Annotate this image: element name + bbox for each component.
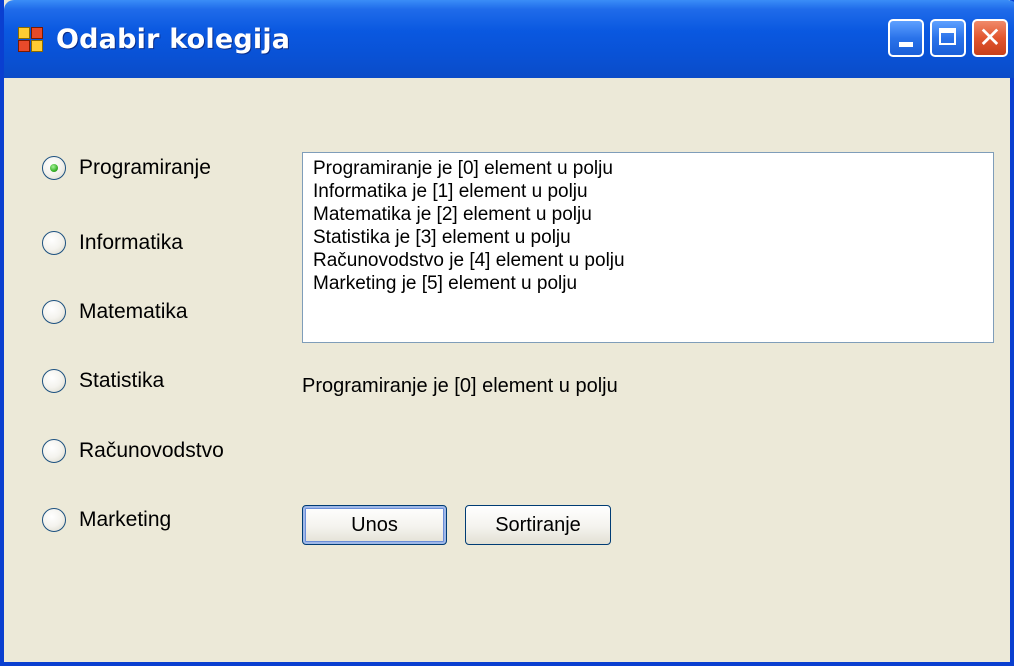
course-listbox[interactable]: Programiranje je [0] element u polju Inf… <box>302 152 994 343</box>
unos-button[interactable]: Unos <box>302 505 447 545</box>
result-label: Programiranje je [0] element u polju <box>302 375 618 397</box>
sortiranje-button[interactable]: Sortiranje <box>465 505 611 545</box>
maximize-button[interactable] <box>930 19 966 57</box>
list-item[interactable]: Marketing je [5] element u polju <box>313 272 983 295</box>
radio-racunovodstvo[interactable]: Računovodstvo <box>42 436 224 466</box>
radio-label: Statistika <box>79 369 165 392</box>
window-title: Odabir kolegija <box>56 24 291 55</box>
app-icon <box>18 27 44 53</box>
radio-label: Informatika <box>79 231 183 254</box>
radio-circle[interactable] <box>42 300 66 324</box>
radio-circle[interactable] <box>42 156 66 180</box>
radio-label: Programiranje <box>79 156 211 179</box>
radio-label: Računovodstvo <box>79 439 224 462</box>
list-item[interactable]: Matematika je [2] element u polju <box>313 203 983 226</box>
list-item[interactable]: Programiranje je [0] element u polju <box>313 157 983 180</box>
radio-label: Marketing <box>79 508 172 531</box>
minimize-button[interactable] <box>888 19 924 57</box>
title-bar[interactable]: Odabir kolegija ✕ <box>4 0 1014 78</box>
close-button[interactable]: ✕ <box>972 19 1008 57</box>
list-item[interactable]: Statistika je [3] element u polju <box>313 226 983 249</box>
app-window: Odabir kolegija ✕ Programiranje Informat… <box>0 0 1014 666</box>
radio-matematika[interactable]: Matematika <box>42 297 188 327</box>
radio-circle[interactable] <box>42 231 66 255</box>
radio-informatika[interactable]: Informatika <box>42 228 183 258</box>
radio-circle[interactable] <box>42 369 66 393</box>
minimize-icon <box>899 42 913 47</box>
radio-marketing[interactable]: Marketing <box>42 505 171 535</box>
radio-programiranje[interactable]: Programiranje <box>42 153 211 183</box>
radio-selected-dot <box>50 164 58 172</box>
maximize-icon <box>939 28 956 45</box>
radio-circle[interactable] <box>42 439 66 463</box>
radio-label: Matematika <box>79 300 188 323</box>
list-item[interactable]: Informatika je [1] element u polju <box>313 180 983 203</box>
list-item[interactable]: Računovodstvo je [4] element u polju <box>313 249 983 272</box>
close-icon: ✕ <box>978 21 1002 54</box>
radio-circle[interactable] <box>42 508 66 532</box>
radio-statistika[interactable]: Statistika <box>42 366 164 396</box>
